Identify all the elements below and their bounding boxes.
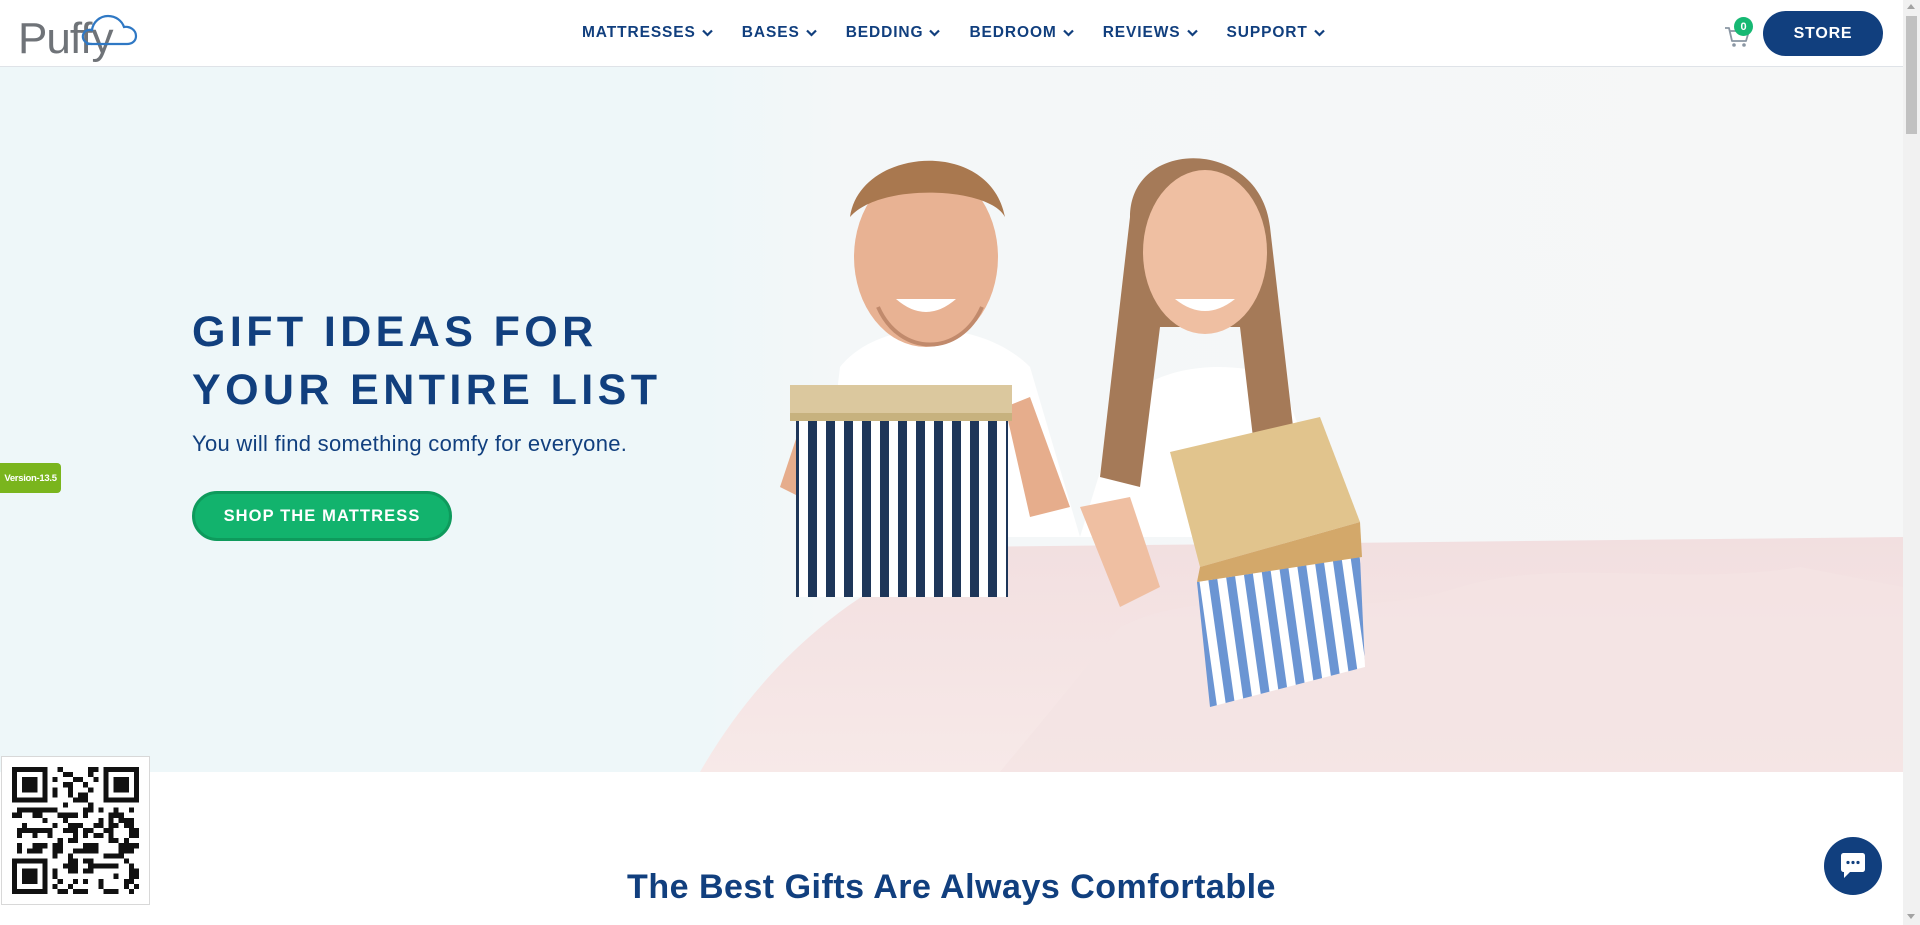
nav-support[interactable]: SUPPORT: [1227, 24, 1325, 42]
store-button[interactable]: STORE: [1763, 11, 1883, 56]
section-title: The Best Gifts Are Always Comfortable: [627, 868, 1276, 906]
page-scrollbar[interactable]: [1903, 0, 1920, 925]
nav-bedroom[interactable]: BEDROOM: [969, 24, 1074, 42]
nav-bases[interactable]: BASES: [742, 24, 817, 42]
nav-label: REVIEWS: [1102, 24, 1181, 41]
hero-subtitle: You will find something comfy for everyo…: [192, 431, 628, 456]
chevron-down-icon: [1062, 29, 1074, 37]
nav-label: SUPPORT: [1226, 24, 1308, 41]
nav-label: BASES: [741, 24, 800, 41]
shop-the-mattress-button[interactable]: SHOP THE MATTRESS: [192, 491, 452, 541]
chat-button[interactable]: [1824, 837, 1882, 895]
cloud-icon: [81, 14, 138, 46]
chevron-down-icon: [1186, 29, 1198, 37]
version-tag[interactable]: Version-13.5: [0, 463, 61, 493]
qr-code: [1, 756, 150, 905]
scroll-up-arrow[interactable]: [1907, 4, 1915, 9]
chevron-down-icon: [702, 29, 713, 37]
hero-couple-gifts-image: [700, 67, 1903, 772]
puffy-logo[interactable]: Puffy: [16, 4, 148, 64]
chevron-down-icon: [929, 29, 941, 37]
scroll-thumb[interactable]: [1906, 16, 1917, 134]
hero-title: GIFT IDEAS FOR YOUR ENTIRE LIST: [192, 303, 661, 419]
nav-label: BEDROOM: [969, 24, 1057, 41]
site-header: Puffy MATTRESSES BASES BEDDING BEDROOM R…: [0, 0, 1903, 67]
main-nav: MATTRESSES BASES BEDDING BEDROOM REVIEWS…: [582, 0, 1354, 66]
chevron-down-icon: [1313, 29, 1325, 37]
hero-banner: GIFT IDEAS FOR YOUR ENTIRE LIST You will…: [0, 67, 1903, 772]
nav-label: MATTRESSES: [582, 24, 696, 41]
cart-count-badge: 0: [1734, 17, 1753, 36]
nav-label: BEDDING: [845, 24, 924, 41]
qr-code-image: [12, 767, 139, 894]
chevron-down-icon: [805, 29, 817, 37]
chat-bubble-icon: [1841, 853, 1865, 878]
nav-bedding[interactable]: BEDDING: [846, 24, 941, 42]
nav-reviews[interactable]: REVIEWS: [1103, 24, 1198, 42]
hero-title-line-2: YOUR ENTIRE LIST: [192, 366, 662, 414]
scroll-down-arrow[interactable]: [1907, 914, 1915, 919]
nav-mattresses[interactable]: MATTRESSES: [582, 24, 713, 42]
hero-title-line-1: GIFT IDEAS FOR: [192, 308, 598, 356]
